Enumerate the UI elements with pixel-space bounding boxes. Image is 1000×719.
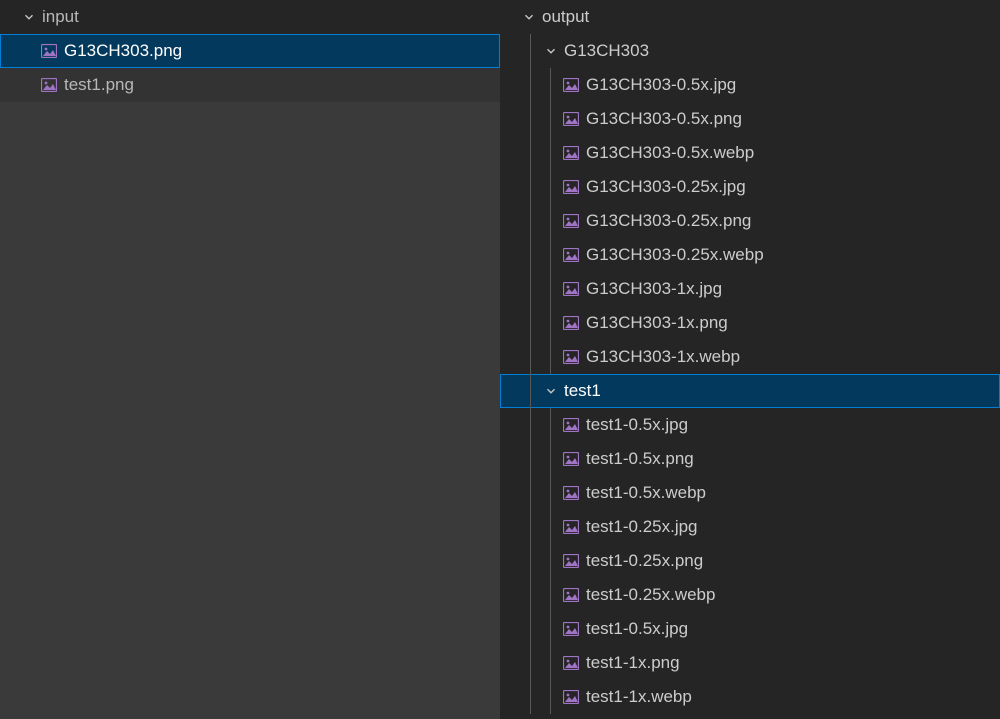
file-name: test1-0.5x.jpg [586,619,688,639]
file-name: test1.png [64,75,134,95]
folder-label: output [542,7,589,27]
chevron-down-icon [542,42,560,60]
input-file-list: G13CH303.png test1.png [0,34,500,102]
file-name: test1-0.25x.png [586,551,703,571]
file-name: test1-0.25x.jpg [586,517,698,537]
file-row[interactable]: test1-0.5x.jpg [500,612,1000,646]
subfolder-row[interactable]: G13CH303 [500,34,1000,68]
file-row[interactable]: test1-0.5x.jpg [500,408,1000,442]
file-name: G13CH303-1x.webp [586,347,740,367]
file-row[interactable]: G13CH303-0.5x.webp [500,136,1000,170]
image-file-icon [40,76,58,94]
image-file-icon [562,518,580,536]
image-file-icon [562,620,580,638]
file-name: test1-0.5x.webp [586,483,706,503]
file-row[interactable]: G13CH303-0.5x.jpg [500,68,1000,102]
file-name: G13CH303-0.5x.webp [586,143,754,163]
output-tree: G13CH303 G13CH303-0.5x.jpg G13CH303-0.5x.p… [500,34,1000,714]
file-row[interactable]: test1-0.25x.webp [500,578,1000,612]
file-row[interactable]: G13CH303-0.25x.webp [500,238,1000,272]
folder-label: input [42,7,79,27]
image-file-icon [40,42,58,60]
file-name: G13CH303-0.25x.webp [586,245,764,265]
file-name: test1-0.5x.jpg [586,415,688,435]
image-file-icon [562,654,580,672]
file-row[interactable]: G13CH303.png [0,34,500,68]
file-name: test1-0.25x.webp [586,585,715,605]
file-row[interactable]: G13CH303-0.5x.png [500,102,1000,136]
file-row[interactable]: test1-0.5x.webp [500,476,1000,510]
file-row[interactable]: test1-1x.png [500,646,1000,680]
file-name: G13CH303-1x.jpg [586,279,722,299]
image-file-icon [562,212,580,230]
file-row[interactable]: test1-0.25x.png [500,544,1000,578]
image-file-icon [562,586,580,604]
image-file-icon [562,76,580,94]
file-row[interactable]: test1-0.25x.jpg [500,510,1000,544]
input-pane: input G13CH303.png test1.png [0,0,500,719]
file-row[interactable]: G13CH303-0.25x.png [500,204,1000,238]
file-name: test1-1x.webp [586,687,692,707]
chevron-down-icon [542,382,560,400]
file-name: G13CH303-0.5x.png [586,109,742,129]
file-name: G13CH303-0.5x.jpg [586,75,736,95]
image-file-icon [562,246,580,264]
file-row[interactable]: test1.png [0,68,500,102]
image-file-icon [562,552,580,570]
folder-name: test1 [564,381,601,401]
image-file-icon [562,144,580,162]
file-name: G13CH303-1x.png [586,313,728,333]
file-explorer: input G13CH303.png test1.png output G13CH… [0,0,1000,719]
output-folder-header[interactable]: output [500,0,1000,34]
file-row[interactable]: test1-0.5x.png [500,442,1000,476]
file-row[interactable]: G13CH303-1x.webp [500,340,1000,374]
file-name: G13CH303.png [64,41,182,61]
file-row[interactable]: G13CH303-0.25x.jpg [500,170,1000,204]
image-file-icon [562,110,580,128]
file-name: test1-0.5x.png [586,449,694,469]
subfolder-row[interactable]: test1 [500,374,1000,408]
chevron-down-icon [520,8,538,26]
image-file-icon [562,280,580,298]
output-pane: output G13CH303G13CH303-0.5x.jpgG13CH303… [500,0,1000,719]
file-name: test1-1x.png [586,653,680,673]
file-name: G13CH303-0.25x.png [586,211,751,231]
file-row[interactable]: G13CH303-1x.png [500,306,1000,340]
folder-name: G13CH303 [564,41,649,61]
image-file-icon [562,178,580,196]
input-folder-header[interactable]: input [0,0,500,34]
image-file-icon [562,450,580,468]
image-file-icon [562,416,580,434]
image-file-icon [562,484,580,502]
file-name: G13CH303-0.25x.jpg [586,177,746,197]
file-row[interactable]: G13CH303-1x.jpg [500,272,1000,306]
image-file-icon [562,688,580,706]
image-file-icon [562,348,580,366]
file-row[interactable]: test1-1x.webp [500,680,1000,714]
image-file-icon [562,314,580,332]
chevron-down-icon [20,8,38,26]
